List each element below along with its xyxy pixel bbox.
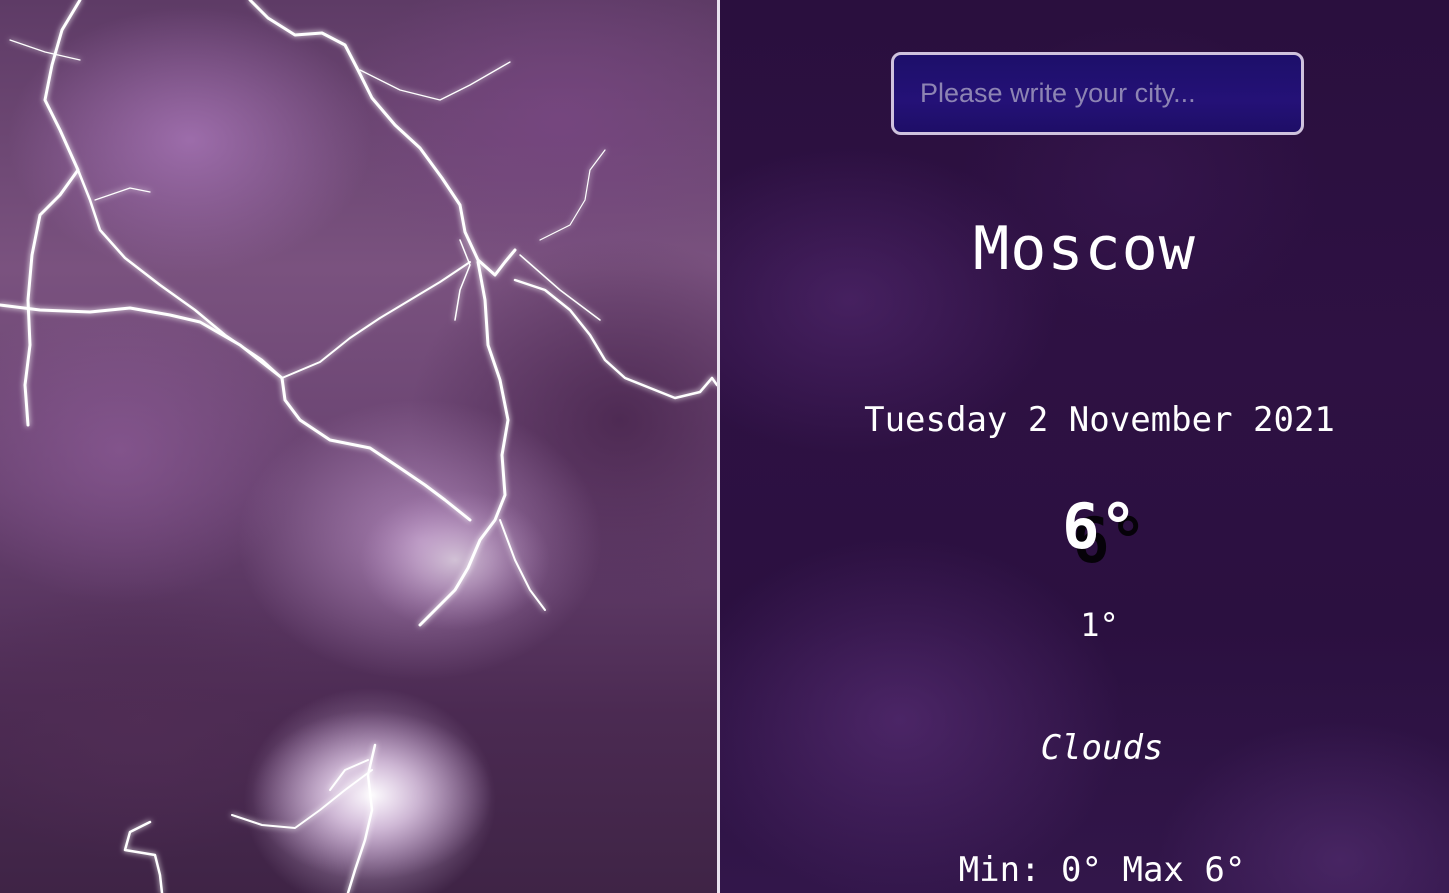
- temperature-row: 6°: [720, 490, 1449, 563]
- current-temperature: 6°: [1062, 490, 1137, 563]
- min-label: Min:: [958, 850, 1041, 890]
- city-search-box[interactable]: [891, 52, 1304, 135]
- city-search-input[interactable]: [918, 77, 1277, 110]
- max-label: Max: [1122, 850, 1184, 890]
- weather-app: Moscow Tuesday 2 November 2021 6° 1° Clo…: [0, 0, 1449, 893]
- weather-panel: Moscow Tuesday 2 November 2021 6° 1° Clo…: [720, 0, 1449, 893]
- secondary-temperature: 1°: [1080, 606, 1119, 644]
- city-name: Moscow: [973, 214, 1196, 284]
- current-date: Tuesday 2 November 2021: [864, 400, 1335, 440]
- max-value: 6°: [1204, 850, 1246, 890]
- min-max-temperature: Min: 0° Max 6°: [720, 850, 1449, 890]
- lightning-storm-image: [0, 0, 717, 893]
- lightning-bolts: [0, 0, 717, 893]
- weather-condition: Clouds: [1040, 728, 1164, 768]
- min-value: 0°: [1061, 850, 1102, 890]
